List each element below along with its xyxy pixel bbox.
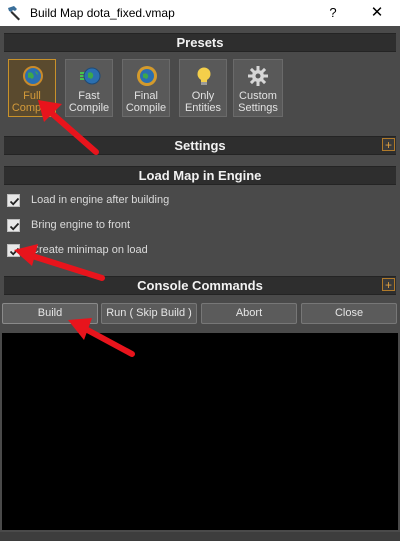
help-button[interactable]: ? [310, 0, 356, 26]
abort-button[interactable]: Abort [201, 303, 297, 324]
preset-final-compile[interactable]: Final Compile [122, 59, 170, 117]
preset-label: Full Compile [11, 90, 53, 114]
preset-only-entities[interactable]: Only Entities [179, 59, 227, 117]
run-skip-build-button[interactable]: Run ( Skip Build ) [101, 303, 197, 324]
preset-label: Fast Compile [68, 90, 110, 114]
checkmark-icon [9, 247, 20, 256]
build-button[interactable]: Build [2, 303, 98, 324]
load-map-header: Load Map in Engine [4, 166, 396, 185]
preset-label: Only Entities [184, 90, 222, 114]
create-minimap-checkbox[interactable] [7, 244, 20, 257]
close-window-button[interactable]: ✕ [354, 0, 400, 26]
presets-header-label: Presets [176, 35, 224, 50]
presets-header: Presets [4, 33, 396, 52]
preset-full-compile[interactable]: Full Compile [8, 59, 56, 117]
settings-header[interactable]: Settings + [4, 136, 396, 155]
window-title: Build Map dota_fixed.vmap [30, 6, 175, 20]
bring-engine-front-label: Bring engine to front [31, 219, 131, 231]
checkmark-icon [9, 197, 20, 206]
load-in-engine-label: Load in engine after building [31, 194, 170, 206]
load-in-engine-checkbox[interactable] [7, 194, 20, 207]
console-expand-button[interactable]: + [382, 278, 395, 291]
settings-header-label: Settings [174, 138, 226, 153]
console-commands-header[interactable]: Console Commands + [4, 276, 396, 295]
bring-engine-front-checkbox[interactable] [7, 219, 20, 232]
console-output[interactable] [2, 333, 398, 530]
create-minimap-label: Create minimap on load [31, 244, 148, 256]
gear-icon [248, 66, 268, 86]
load-map-header-label: Load Map in Engine [138, 168, 262, 183]
preset-label: Final Compile [125, 90, 167, 114]
close-button[interactable]: Close [301, 303, 397, 324]
fast-globe-icon [80, 67, 101, 85]
title-bar: Build Map dota_fixed.vmap ? ✕ [0, 0, 400, 26]
console-commands-header-label: Console Commands [137, 278, 263, 293]
lightbulb-icon [197, 67, 211, 85]
preset-custom-settings[interactable]: Custom Settings [233, 59, 283, 117]
globe-icon [23, 66, 43, 86]
settings-expand-button[interactable]: + [382, 138, 395, 151]
preset-label: Custom Settings [238, 90, 278, 114]
checkmark-icon [9, 222, 20, 231]
preset-fast-compile[interactable]: Fast Compile [65, 59, 113, 117]
bottom-strip [0, 532, 400, 541]
gold-globe-icon [137, 66, 157, 86]
hammer-icon [8, 6, 20, 21]
